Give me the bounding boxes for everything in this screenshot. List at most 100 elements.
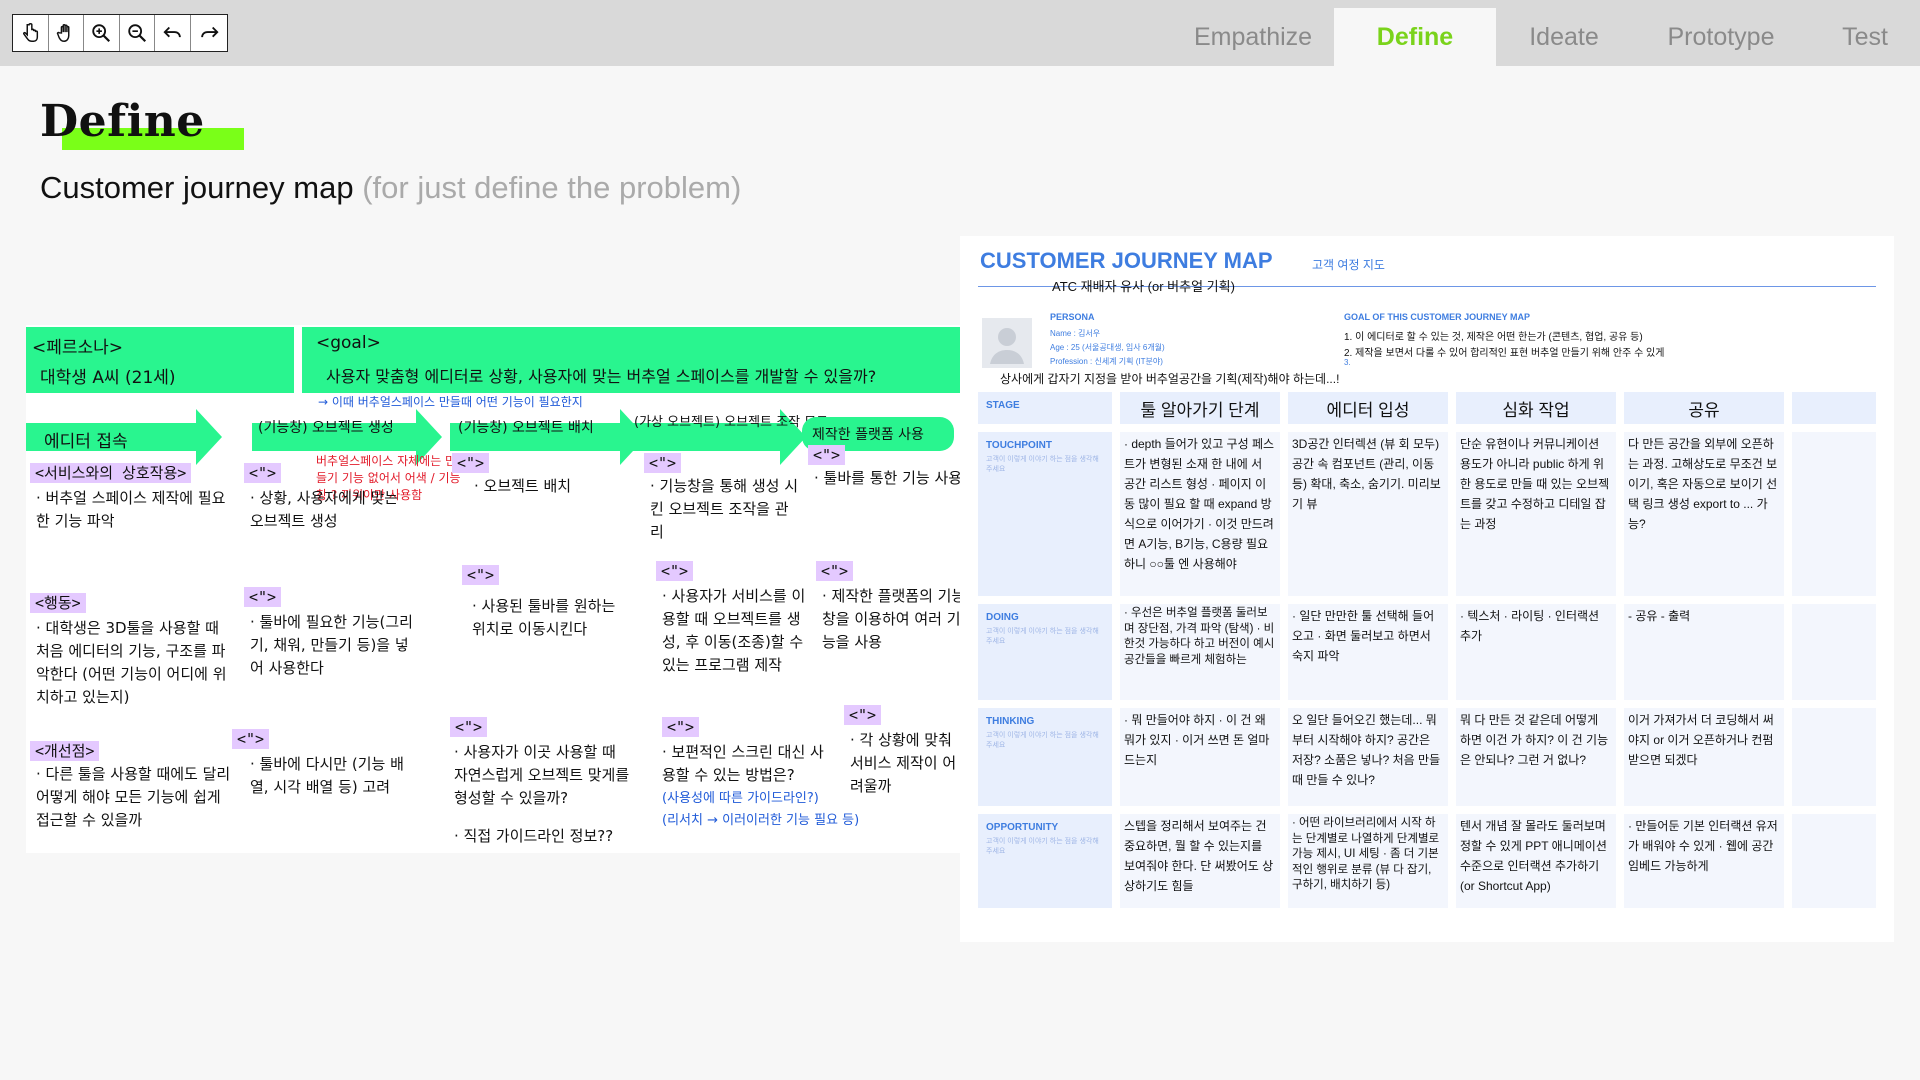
persona-name: Name : 김서우 xyxy=(1050,329,1101,338)
step-2: (기능창) 오브젝트 생성 xyxy=(258,420,394,436)
tag: <"> xyxy=(232,729,270,749)
page-title-block: Define xyxy=(40,96,244,150)
persona-profession: Profession : 신세계 기획 (IT분야) xyxy=(1050,357,1163,366)
thought-8: · 각 상황에 맞춰 서비스 제작이 어려울까 xyxy=(850,731,957,795)
step-3: (기능창) 오브젝트 배치 xyxy=(458,420,594,436)
action-4: · 사용자가 서비스를 이용할 때 오브젝트를 생성, 후 이동(조종)할 수 … xyxy=(662,587,806,674)
hand-icon[interactable] xyxy=(49,15,85,51)
persona-note: 상사에게 갑자기 지정을 받아 버추얼공간을 기획(제작)해야 하는데...! xyxy=(1000,372,1340,386)
persona-value: 대학생 A씨 (21세) xyxy=(40,368,176,388)
thought-1: · 다른 툴을 사용할 때에도 달리 어떻게 해야 모든 기능에 쉽게 접근할 … xyxy=(36,765,231,829)
service-3: · 오브젝트 배치 xyxy=(474,477,572,495)
undo-icon[interactable] xyxy=(155,15,191,51)
stage-cell xyxy=(1792,392,1876,424)
thought-5: · 보편적인 스크린 대신 사용할 수 있는 방법은? xyxy=(662,743,824,784)
cjm-top-note: ATC 재배자 유사 (or 버추얼 기획) xyxy=(1052,279,1235,294)
tag: <"> xyxy=(644,453,682,473)
page-title: Define xyxy=(40,96,205,147)
pointer-icon[interactable] xyxy=(13,15,49,51)
tag: <"> xyxy=(452,453,490,473)
zoom-out-icon[interactable] xyxy=(120,15,156,51)
row-head-stage: STAGE xyxy=(978,392,1112,424)
cjm-subtitle: 고객 여정 지도 xyxy=(1312,258,1385,272)
step-4: (가상 오브젝트) 오브젝트 조작 모드 xyxy=(634,415,829,430)
touchpoint-cell: 단순 유현이나 커뮤니케이션 용도가 아니라 public 하게 위한 용도로 … xyxy=(1456,432,1616,596)
tab-prototype[interactable]: Prototype xyxy=(1632,8,1810,66)
tag: <"> xyxy=(244,587,282,607)
phase-tabs: Empathize Define Ideate Prototype Test xyxy=(1172,8,1920,66)
tab-ideate[interactable]: Ideate xyxy=(1496,8,1632,66)
thought-label: <개선점> xyxy=(30,741,100,761)
doing-cell: · 일단 만만한 툴 선택해 들어오고 · 화면 둘러보고 하면서 숙지 파악 xyxy=(1288,604,1448,700)
persona-age: Age : 25 (서울공대생, 입사 6개월) xyxy=(1050,343,1165,352)
persona-heading: PERSONA xyxy=(1050,312,1095,322)
page-subtitle: Customer journey map (for just define th… xyxy=(40,170,741,206)
toolbar xyxy=(12,14,228,52)
opportunity-cell: 스텝을 정리해서 보여주는 건 중요하면, 뭘 할 수 있는지를 보여줘야 한다… xyxy=(1120,814,1280,908)
opportunity-cell: · 어떤 라이브러리에서 시작 하는 단계별로 나열하게 단계별로 가능 제시,… xyxy=(1288,814,1448,908)
cjm-title: CUSTOMER JOURNEY MAP xyxy=(980,248,1273,273)
service-5: · 툴바를 통한 기능 사용 xyxy=(814,469,963,487)
blue-note: → 이때 버추얼스페이스 만들때 어떤 기능이 필요한지 xyxy=(318,395,583,409)
row-head-opportunity: OPPORTUNITY 고객이 이렇게 이야기 하는 점을 생각해 주세요 xyxy=(978,814,1112,908)
thinking-cell: 이거 가져가서 더 코딩해서 써야지 or 이거 오픈하거나 컨펌받으면 되겠다 xyxy=(1624,708,1784,806)
touchpoint-cell: 다 만든 공간을 외부에 오픈하는 과정. 고해상도로 무조건 보이기, 혹은 … xyxy=(1624,432,1784,596)
thought-6: (사용성에 따른 가이드라인?) xyxy=(662,791,819,806)
doing-cell xyxy=(1792,604,1876,700)
goal-1: 1. 이 에디터로 할 수 있는 것, 제작은 어떤 한는가 (콘텐츠, 협업,… xyxy=(1344,332,1643,343)
action-3: · 사용된 툴바를 원하는 위치로 이동시킨다 xyxy=(472,597,616,638)
tag: <"> xyxy=(656,561,694,581)
row-head-touchpoint: TOUCHPOINT 고객이 이렇게 이야기 하는 점을 생각해 주세요 xyxy=(978,432,1112,596)
doing-cell: · 우선은 버추얼 플랫폼 둘러보며 장단점, 가격 파악 (탐색) · 비한것… xyxy=(1120,604,1280,700)
redo-icon[interactable] xyxy=(191,15,227,51)
action-1: · 대학생은 3D툴을 사용할 때 처음 에디터의 기능, 구조를 파악한다 (… xyxy=(36,619,227,706)
step-5: 제작한 플랫폼 사용 xyxy=(812,427,924,443)
customer-journey-map: CUSTOMER JOURNEY MAP 고객 여정 지도 ATC 재배자 유사… xyxy=(960,236,1894,942)
stage-cell: 공유 xyxy=(1624,392,1784,424)
tab-test[interactable]: Test xyxy=(1810,8,1920,66)
service-4: · 기능창을 통해 생성 시킨 오브젝트 조작을 관리 xyxy=(650,477,799,541)
tag: <"> xyxy=(844,705,882,725)
subtitle-muted: (for just define the problem) xyxy=(362,170,742,205)
opportunity-cell xyxy=(1792,814,1876,908)
stage-cell: 심화 작업 xyxy=(1456,392,1616,424)
tag: <"> xyxy=(816,561,854,581)
zoom-in-icon[interactable] xyxy=(84,15,120,51)
touchpoint-cell xyxy=(1792,432,1876,596)
handwritten-journey-board: <페르소나> 대학생 A씨 (21세) <goal> 사용자 맞춤형 에디터로 … xyxy=(26,325,968,853)
tag: <"> xyxy=(808,445,846,465)
action-label: <행동> xyxy=(30,593,86,613)
touchpoint-cell: 3D공간 인터렉션 (뷰 회 모두) 공간 속 컴포넌트 (관리, 이동 등) … xyxy=(1288,432,1448,596)
action-5: · 제작한 플랫폼의 기능창을 이용하여 여러 기능을 사용 xyxy=(822,587,966,651)
touchpoint-cell: · depth 들어가 있고 구성 페스트가 변형된 소재 한 내에 서 공간 … xyxy=(1120,432,1280,596)
tab-define[interactable]: Define xyxy=(1334,8,1496,66)
thought-3: · 사용자가 이곳 사용할 때 자연스럽게 오브젝트 맞게를 형성할 수 있을까… xyxy=(454,743,630,807)
stage-cell: 툴 알아가기 단계 xyxy=(1120,392,1280,424)
goal-heading: GOAL OF THIS CUSTOMER JOURNEY MAP xyxy=(1344,312,1531,322)
subtitle-main: Customer journey map xyxy=(40,170,354,205)
thinking-cell: · 뭐 만들어야 하지 · 이 건 왜 뭐가 있지 · 이거 쓰면 돈 얼마 드… xyxy=(1120,708,1280,806)
doing-cell: - 공유 - 출력 xyxy=(1624,604,1784,700)
thought-4: · 직접 가이드라인 정보?? xyxy=(454,827,614,845)
persona-label: <페르소나> xyxy=(32,338,124,358)
tag: <"> xyxy=(662,717,700,737)
row-head-doing: DOING 고객이 이렇게 이야기 하는 점을 생각해 주세요 xyxy=(978,604,1112,700)
opportunity-cell: · 만들어둔 기본 인터랙션 유저가 배워야 수 있게 · 웹에 공간 임베드 … xyxy=(1624,814,1784,908)
tag: <"> xyxy=(462,565,500,585)
tag: <"> xyxy=(450,717,488,737)
opportunity-cell: 텐서 개념 잘 몰라도 둘러보며 정할 수 있게 PPT 애니메이션 수준으로 … xyxy=(1456,814,1616,908)
step-1: 에디터 접속 xyxy=(44,432,128,452)
thought-7: (리서치 → 이러이러한 기능 필요 등) xyxy=(662,813,860,828)
service-1: · 버추얼 스페이스 제작에 필요한 기능 파악 xyxy=(36,489,226,530)
thinking-cell: 뭐 다 만든 것 같은데 어떻게 하면 이건 가 하지? 이 건 기능은 안되나… xyxy=(1456,708,1616,806)
row-head-thinking: THINKING 고객이 이렇게 이야기 하는 점을 생각해 주세요 xyxy=(978,708,1112,806)
persona-avatar xyxy=(982,318,1032,368)
goal-label: <goal> xyxy=(316,333,381,353)
goal-2: 2. 제작을 보면서 다룰 수 있어 합리적인 표현 버추얼 만들기 위해 안주… xyxy=(1344,348,1665,359)
service-2: · 상황, 사용자에게 맞는 오브젝트 생성 xyxy=(250,489,399,530)
top-bar: Empathize Define Ideate Prototype Test xyxy=(0,0,1920,66)
goal-text: 사용자 맞춤형 에디터로 상황, 사용자에 맞는 버추얼 스페이스를 개발할 수… xyxy=(326,367,877,386)
tab-empathize[interactable]: Empathize xyxy=(1172,8,1334,66)
thinking-cell: 오 일단 들어오긴 했는데... 뭐부터 시작해야 하지? 공간은 저장? 소품… xyxy=(1288,708,1448,806)
goal-3: 3. xyxy=(1344,358,1351,367)
